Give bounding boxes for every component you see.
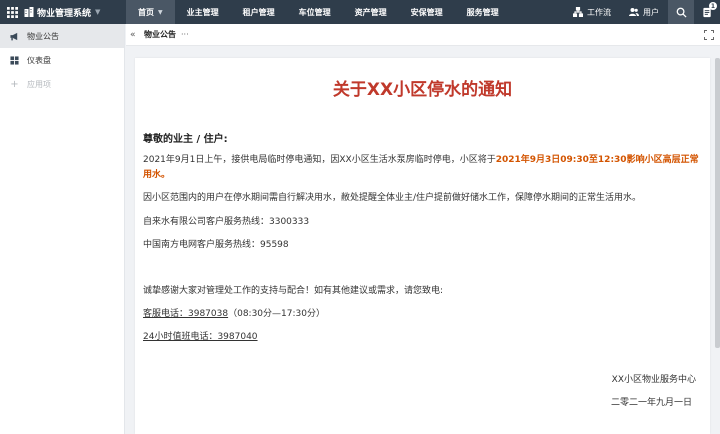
nav-security-management[interactable]: 安保管理 <box>399 0 455 24</box>
sidebar-item-label: 物业公告 <box>27 31 59 41</box>
duty-phone-link[interactable]: 24小时值班电话：3987040 <box>143 332 258 342</box>
notice-thanks: 诚挚感谢大家对管理处工作的支持与配合！如有其他建议或需求，请您致电: <box>143 286 444 296</box>
nav-label: 业主管理 <box>186 7 219 17</box>
nav-label: 安保管理 <box>410 7 443 17</box>
workflow-label: 工作流 <box>587 7 611 17</box>
nav-home-label: 首页 <box>138 7 154 17</box>
app-switcher[interactable]: 物业管理系统 ▼ <box>24 0 126 24</box>
signature-date: 二零二一年九月一日 <box>610 398 692 408</box>
tab-bar: « 物业公告 ··· <box>126 24 720 46</box>
topbar-actions: 工作流 用户 1 <box>564 0 720 24</box>
sidebar-item-label: 仪表盘 <box>27 55 51 65</box>
nav-label: 租户管理 <box>242 7 275 17</box>
notice-paragraph: 因小区范围内的用户在停水期间需自行解决用水，敝处提醒全体业主/住户提前做好储水工… <box>143 193 642 203</box>
workflow-icon <box>573 7 583 17</box>
notice-greeting: 尊敬的业主 / 住户: <box>143 134 228 145</box>
tab-announcements[interactable]: 物业公告 <box>144 29 176 40</box>
users-icon <box>629 8 639 16</box>
notification-badge: 1 <box>709 2 717 10</box>
water-hotline: 自来水有限公司客户服务热线：3300333 <box>143 217 310 227</box>
chevron-down-icon: ▼ <box>95 8 101 16</box>
nav-home[interactable]: 首页 ▼ <box>126 0 175 24</box>
nav-tenant-management[interactable]: 租户管理 <box>231 0 287 24</box>
service-hours: （08:30分—17:30分） <box>228 309 325 319</box>
user-label: 用户 <box>643 7 659 17</box>
signature-organization: XX小区物业服务中心 <box>611 375 696 385</box>
duty-phone-line: 24小时值班电话：3987040 <box>143 330 258 345</box>
sidebar-item-announcements[interactable]: 物业公告 <box>0 24 124 48</box>
notice-card: 关于XX小区停水的通知 尊敬的业主 / 住户: 2021年9月1日上午，接供电局… <box>135 58 710 434</box>
collapse-sidebar-icon[interactable]: « <box>130 30 140 40</box>
building-icon <box>24 7 34 17</box>
notification-button[interactable]: 1 <box>694 0 720 24</box>
plus-icon: + <box>10 78 19 90</box>
service-phone-link[interactable]: 客服电话：3987038 <box>143 309 228 319</box>
nav-owner-management[interactable]: 业主管理 <box>175 0 231 24</box>
workflow-button[interactable]: 工作流 <box>564 0 620 24</box>
sidebar-item-add-app[interactable]: + 应用项 <box>0 72 124 96</box>
nav-label: 服务管理 <box>466 7 499 17</box>
sidebar-item-dashboard[interactable]: 仪表盘 <box>0 48 124 72</box>
user-button[interactable]: 用户 <box>620 0 668 24</box>
service-phone-line: 客服电话：3987038（08:30分—17:30分） <box>143 307 325 322</box>
main-nav: 首页 ▼ 业主管理 租户管理 车位管理 资产管理 安保管理 服务管理 <box>126 0 511 24</box>
nav-service-management[interactable]: 服务管理 <box>455 0 511 24</box>
top-navigation-bar: 物业管理系统 ▼ 首页 ▼ 业主管理 租户管理 车位管理 资产管理 安保管理 服… <box>0 0 720 24</box>
nav-label: 资产管理 <box>354 7 387 17</box>
more-icon[interactable]: ··· <box>181 30 189 39</box>
app-grid-icon[interactable] <box>0 0 24 24</box>
sidebar: 物业公告 仪表盘 + 应用项 <box>0 24 125 434</box>
sidebar-item-label: 应用项 <box>27 79 51 89</box>
nav-parking-management[interactable]: 车位管理 <box>287 0 343 24</box>
nav-label: 车位管理 <box>298 7 331 17</box>
nav-asset-management[interactable]: 资产管理 <box>343 0 399 24</box>
dashboard-icon <box>10 55 19 65</box>
search-button[interactable] <box>668 0 694 24</box>
search-icon <box>676 7 687 18</box>
chevron-down-icon: ▼ <box>158 8 163 16</box>
notice-paragraph: 2021年9月1日上午，接供电局临时停电通知，因XX小区生活水泵房临时停电，小区… <box>143 153 703 183</box>
fullscreen-icon[interactable] <box>704 29 714 40</box>
power-hotline: 中国南方电网客户服务热线：95598 <box>143 240 289 250</box>
megaphone-icon <box>10 32 18 40</box>
scrollbar[interactable] <box>715 58 720 348</box>
notice-title: 关于XX小区停水的通知 <box>332 80 513 100</box>
notice-text: 2021年9月1日上午，接供电局临时停电通知，因XX小区生活水泵房临时停电，小区… <box>143 155 496 165</box>
app-name: 物业管理系统 <box>37 8 92 19</box>
